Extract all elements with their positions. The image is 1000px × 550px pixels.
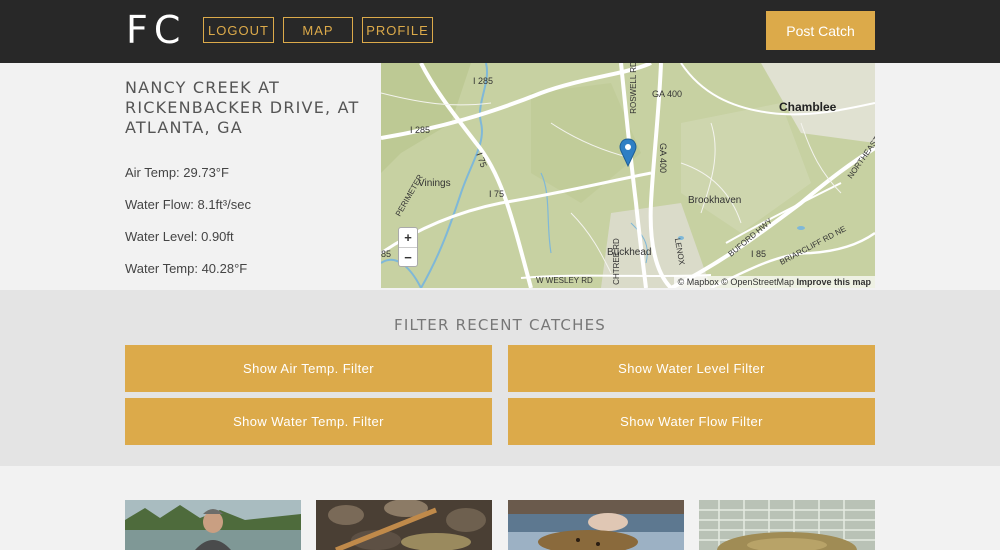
map-road-i85: I 85 xyxy=(751,249,767,259)
map-road-ga400: GA 400 xyxy=(658,142,669,174)
filter-title: FILTER RECENT CATCHES xyxy=(394,316,606,334)
catch-photo[interactable] xyxy=(699,500,875,550)
top-nav-bar: FC LOGOUT MAP PROFILE Post Catch xyxy=(0,0,1000,63)
map-attribution: © Mapbox © OpenStreetMap Improve this ma… xyxy=(673,276,875,288)
map-road-roswell: ROSWELL RD xyxy=(628,63,638,114)
profile-button[interactable]: PROFILE xyxy=(362,17,433,43)
map-label-chamblee: Chamblee xyxy=(779,100,837,114)
air-temp-stat: Air Temp: 29.73°F xyxy=(125,165,229,180)
recent-catches-gallery xyxy=(0,466,1000,550)
water-level-stat: Water Level: 0.90ft xyxy=(125,229,234,244)
water-temp-filter-button[interactable]: Show Water Temp. Filter xyxy=(125,398,492,445)
map-road-wesley: W WESLEY RD xyxy=(536,276,593,285)
post-catch-button[interactable]: Post Catch xyxy=(766,11,875,50)
map-road-i75: I 75 xyxy=(489,189,505,199)
catch-photo[interactable] xyxy=(508,500,684,550)
map-attribution-text[interactable]: © Mapbox © OpenStreetMap xyxy=(678,277,797,287)
logout-button[interactable]: LOGOUT xyxy=(203,17,274,43)
map-road-85: 85 xyxy=(381,249,392,259)
filter-section: FILTER RECENT CATCHES Show Air Temp. Fil… xyxy=(0,290,1000,466)
map-road-ga400: GA 400 xyxy=(652,89,683,99)
water-level-filter-button[interactable]: Show Water Level Filter xyxy=(508,345,875,392)
improve-map-link[interactable]: Improve this map xyxy=(796,277,871,287)
zoom-out-button[interactable]: − xyxy=(399,247,417,266)
water-flow-stat: Water Flow: 8.1ft³/sec xyxy=(125,197,251,212)
water-flow-filter-button[interactable]: Show Water Flow Filter xyxy=(508,398,875,445)
map-road-peachtree: CHTREE RD xyxy=(611,238,621,285)
catch-photo[interactable] xyxy=(125,500,301,550)
map-road-i285: I 285 xyxy=(410,125,431,135)
site-title: NANCY CREEK AT RICKENBACKER DRIVE, AT AT… xyxy=(125,78,360,137)
zoom-in-button[interactable]: + xyxy=(399,228,417,247)
map-zoom-control: + − xyxy=(398,227,418,267)
logo[interactable]: FC xyxy=(126,8,186,52)
air-temp-filter-button[interactable]: Show Air Temp. Filter xyxy=(125,345,492,392)
water-temp-stat: Water Temp: 40.28°F xyxy=(125,261,248,276)
map-label-brookhaven: Brookhaven xyxy=(688,195,742,206)
map-road-i285: I 285 xyxy=(473,76,494,86)
catch-photo[interactable] xyxy=(316,500,492,550)
site-map[interactable]: Chamblee Brookhaven Buckhead Vinings I 2… xyxy=(381,63,875,288)
map-nav-button[interactable]: MAP xyxy=(283,17,353,43)
